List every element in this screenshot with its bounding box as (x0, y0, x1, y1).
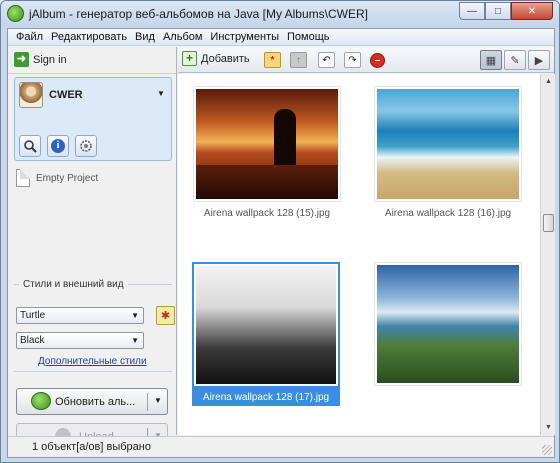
sign-in-icon: ➜ (14, 52, 29, 67)
add-icon: + (182, 51, 197, 66)
rotate-right-icon[interactable]: ↷ (344, 52, 361, 68)
thumbnail-label: Airena wallpack 128 (15).jpg (203, 208, 331, 219)
vertical-scrollbar[interactable]: ▲ ▼ (540, 74, 555, 435)
divider (127, 284, 172, 285)
sign-in-link[interactable]: ➜ Sign in (14, 52, 67, 67)
info-icon[interactable]: i (47, 135, 69, 157)
thumbnail-image (196, 89, 338, 199)
thumbnail-item-selected[interactable]: Airena wallpack 128 (17).jpg (192, 262, 340, 406)
client-area: Файл Редактировать Вид Альбом Инструмент… (7, 28, 555, 458)
menu-view[interactable]: Вид (131, 31, 159, 43)
style-select-value: Black (20, 335, 45, 346)
minimize-button[interactable]: — (459, 2, 485, 20)
skin-select[interactable]: Turtle ▼ (16, 307, 144, 324)
folder-up-icon[interactable]: ↑ (290, 52, 307, 68)
document-icon (16, 169, 30, 187)
chevron-down-icon[interactable]: ▼ (157, 89, 165, 98)
toolbar: + Добавить * ↑ ↶ ↷ – ▦ ✎ ▶ (178, 47, 554, 73)
edit-view-icon[interactable]: ✎ (504, 50, 526, 70)
settings-icon[interactable] (75, 135, 97, 157)
thumbnail-label: Airena wallpack 128 (16).jpg (384, 208, 512, 219)
thumbnail-image (196, 266, 336, 384)
menu-tools[interactable]: Инструменты (206, 31, 283, 43)
menu-file[interactable]: Файл (12, 31, 47, 43)
thumbnail-item[interactable] (374, 262, 522, 386)
scrollbar-thumb[interactable] (543, 214, 554, 232)
frog-icon (31, 392, 51, 410)
divider (147, 393, 148, 411)
style-select[interactable]: Black ▼ (16, 332, 144, 349)
chevron-down-icon: ▼ (131, 336, 139, 345)
project-card[interactable]: CWER ▼ i (14, 77, 172, 161)
jalbum-logo-icon (7, 5, 24, 22)
title-bar[interactable]: jAlbum - генератор веб-альбомов на Java … (1, 1, 559, 27)
sidebar: ➜ Sign in CWER ▼ i Empty Project Стили и… (8, 47, 177, 449)
window-title: jAlbum - генератор веб-альбомов на Java … (29, 7, 368, 21)
scroll-up-icon[interactable]: ▲ (542, 74, 555, 89)
update-album-label: Обновить аль... (55, 396, 136, 408)
skin-settings-button[interactable]: ✱ (156, 306, 175, 325)
sign-in-label: Sign in (33, 53, 67, 66)
preview-icon[interactable]: ▶ (528, 50, 550, 70)
app-window: jAlbum - генератор веб-альбомов на Java … (0, 0, 560, 463)
chevron-down-icon[interactable]: ▼ (154, 396, 162, 405)
update-album-button[interactable]: Обновить аль... ▼ (16, 388, 168, 415)
empty-project-item[interactable]: Empty Project (16, 169, 98, 187)
scroll-down-icon[interactable]: ▼ (542, 420, 555, 435)
styles-section-header: Стили и внешний вид (14, 279, 172, 290)
divider (14, 371, 172, 372)
more-styles-link[interactable]: Дополнительные стили (38, 356, 147, 367)
menu-help[interactable]: Помощь (283, 31, 334, 43)
add-button[interactable]: + Добавить (182, 51, 250, 66)
thumbnail-label: Airena wallpack 128 (17).jpg (192, 388, 340, 406)
close-button[interactable]: ✕ (511, 2, 553, 20)
empty-project-label: Empty Project (36, 172, 99, 184)
rotate-left-icon[interactable]: ↶ (318, 52, 335, 68)
thumbnail-grid: Airena wallpack 128 (15).jpg Airena wall… (178, 74, 554, 435)
status-text: 1 объект[а/ов] выбрано (32, 441, 151, 453)
thumbnail-view-icon[interactable]: ▦ (480, 50, 502, 70)
thumbnail-item[interactable]: Airena wallpack 128 (16).jpg (374, 86, 522, 219)
project-name: CWER (49, 89, 83, 101)
menu-album[interactable]: Альбом (159, 31, 206, 43)
search-icon[interactable] (19, 135, 41, 157)
maximize-button[interactable]: □ (485, 2, 511, 20)
thumbnail-image (377, 265, 519, 383)
divider (14, 284, 19, 285)
thumbnail-image (377, 89, 519, 199)
status-bar: 1 объект[а/ов] выбрано (8, 436, 554, 457)
thumbnail-item[interactable]: Airena wallpack 128 (15).jpg (193, 86, 341, 219)
chevron-down-icon: ▼ (131, 311, 139, 320)
add-label: Добавить (201, 52, 250, 65)
styles-section-title: Стили и внешний вид (23, 279, 124, 290)
skin-select-value: Turtle (20, 310, 46, 321)
divider (8, 73, 176, 74)
menu-bar: Файл Редактировать Вид Альбом Инструмент… (8, 29, 554, 46)
resize-grip[interactable] (542, 445, 552, 455)
menu-edit[interactable]: Редактировать (47, 31, 131, 43)
delete-icon[interactable]: – (370, 53, 385, 68)
new-folder-icon[interactable]: * (264, 52, 281, 68)
project-avatar (19, 82, 43, 108)
